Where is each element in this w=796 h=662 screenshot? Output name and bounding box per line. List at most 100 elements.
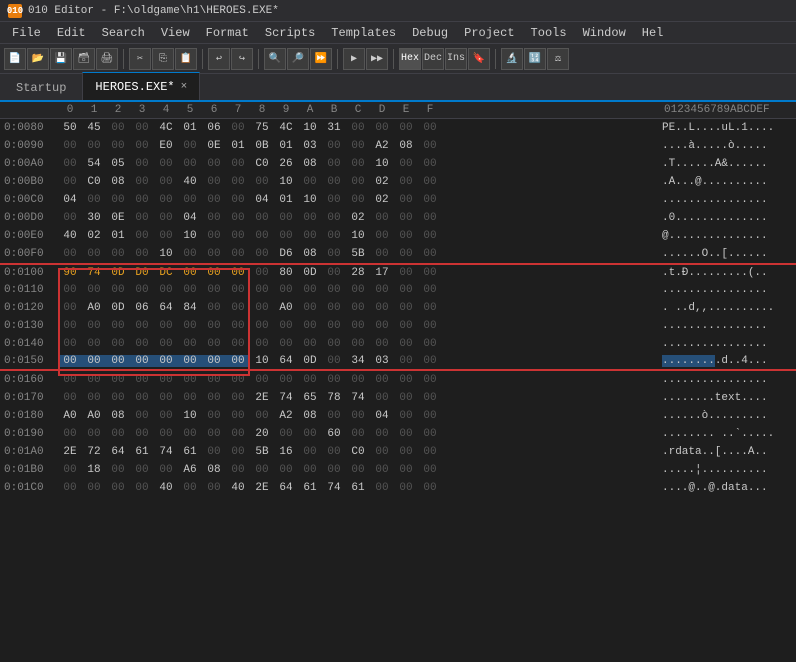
hex-cell[interactable]: 08 — [298, 248, 322, 260]
tab-close-button[interactable]: × — [181, 81, 188, 93]
hex-cell[interactable]: 40 — [154, 482, 178, 494]
hex-cell[interactable]: 00 — [418, 374, 442, 386]
hex-cell[interactable]: A0 — [274, 302, 298, 314]
hex-cell[interactable]: 00 — [154, 194, 178, 206]
hex-cell[interactable]: 00 — [154, 338, 178, 350]
hex-cell[interactable]: 00 — [274, 464, 298, 476]
hex-cell[interactable]: 00 — [178, 140, 202, 152]
undo-button[interactable]: ↩ — [208, 48, 230, 70]
hex-cell[interactable]: 00 — [106, 194, 130, 206]
hex-cell[interactable]: 00 — [394, 158, 418, 170]
hex-cell[interactable]: 00 — [58, 428, 82, 440]
hex-cell[interactable]: 03 — [298, 140, 322, 152]
table-row[interactable]: 0:00B000C00800004000000010000000020000.À… — [0, 173, 796, 191]
hex-cell[interactable]: 00 — [202, 284, 226, 296]
hex-cell[interactable]: 00 — [418, 392, 442, 404]
hex-cell[interactable]: 00 — [58, 212, 82, 224]
hex-cell[interactable]: 00 — [394, 194, 418, 206]
hex-cell[interactable]: 00 — [274, 284, 298, 296]
hex-cell[interactable]: 00 — [418, 320, 442, 332]
new-button[interactable]: 📄 — [4, 48, 26, 70]
table-row[interactable]: 0:0180A0A008000010000000A2080000040000..… — [0, 407, 796, 425]
hex-cell[interactable]: 00 — [226, 355, 250, 367]
hex-cell[interactable]: 00 — [394, 212, 418, 224]
hex-cell[interactable]: 00 — [106, 464, 130, 476]
hex-cell[interactable]: 00 — [226, 338, 250, 350]
hex-cell[interactable]: 00 — [82, 392, 106, 404]
hex-cell[interactable]: 00 — [130, 158, 154, 170]
menu-search[interactable]: Search — [94, 22, 153, 43]
hex-cell[interactable]: 00 — [82, 248, 106, 260]
print-button[interactable]: 🖨 — [96, 48, 118, 70]
hex-cell[interactable]: 00 — [250, 230, 274, 242]
hex-cell[interactable]: 00 — [298, 176, 322, 188]
hex-cell[interactable]: 00 — [370, 212, 394, 224]
hex-cell[interactable]: 00 — [322, 284, 346, 296]
hex-cell[interactable]: 00 — [274, 212, 298, 224]
hex-cell[interactable]: 00 — [250, 374, 274, 386]
hex-cell[interactable]: 00 — [154, 374, 178, 386]
hex-cell[interactable]: 00 — [370, 248, 394, 260]
hex-cell[interactable]: 00 — [178, 284, 202, 296]
hex-cell[interactable]: 00 — [418, 464, 442, 476]
hex-cell[interactable]: 00 — [130, 230, 154, 242]
hex-cell[interactable]: 00 — [394, 410, 418, 422]
hex-cell[interactable]: 00 — [322, 230, 346, 242]
hex-cell[interactable]: 01 — [106, 230, 130, 242]
hex-cell[interactable]: 00 — [418, 410, 442, 422]
hex-cell[interactable]: 00 — [154, 158, 178, 170]
hex-cell[interactable]: 00 — [394, 482, 418, 494]
table-row[interactable]: 0:00E040020100001000000000000010000000@.… — [0, 227, 796, 245]
hex-cell[interactable]: 00 — [418, 212, 442, 224]
hex-cell[interactable]: 00 — [58, 338, 82, 350]
hex-cell[interactable]: 18 — [82, 464, 106, 476]
hex-cell[interactable]: 00 — [154, 320, 178, 332]
hex-cell[interactable]: 00 — [154, 355, 178, 367]
hex-cell[interactable]: 00 — [346, 158, 370, 170]
hex-cell[interactable]: 00 — [394, 267, 418, 279]
hex-cell[interactable]: 10 — [250, 355, 274, 367]
hex-cell[interactable]: 0E — [106, 212, 130, 224]
hex-cell[interactable]: 64 — [274, 355, 298, 367]
hex-cell[interactable]: 00 — [322, 374, 346, 386]
table-row[interactable]: 0:014000000000000000000000000000000000..… — [0, 335, 796, 353]
hex-cell[interactable]: 00 — [322, 194, 346, 206]
table-row[interactable]: 0:016000000000000000000000000000000000..… — [0, 371, 796, 389]
hex-cell[interactable]: 00 — [202, 446, 226, 458]
hex-cell[interactable]: 01 — [178, 122, 202, 134]
hex-cell[interactable]: 75 — [250, 122, 274, 134]
hex-cell[interactable]: 00 — [58, 464, 82, 476]
hex-cell[interactable]: 00 — [418, 230, 442, 242]
hex-cell[interactable]: 00 — [346, 140, 370, 152]
hex-cell[interactable]: 00 — [418, 158, 442, 170]
hex-cell[interactable]: 00 — [178, 158, 202, 170]
hex-cell[interactable]: D6 — [274, 248, 298, 260]
hex-cell[interactable]: 00 — [130, 410, 154, 422]
hex-cell[interactable]: 84 — [178, 302, 202, 314]
hex-cell[interactable]: A0 — [58, 410, 82, 422]
hex-cell[interactable]: 00 — [346, 194, 370, 206]
menu-format[interactable]: Format — [198, 22, 257, 43]
hex-cell[interactable]: 00 — [154, 176, 178, 188]
hex-cell[interactable]: 00 — [250, 338, 274, 350]
hex-cell[interactable]: 00 — [274, 428, 298, 440]
table-row[interactable]: 0:00A00054050000000000C026080000100000.T… — [0, 155, 796, 173]
hex-cell[interactable]: 00 — [202, 320, 226, 332]
hex-cell[interactable]: 01 — [226, 140, 250, 152]
hex-cell[interactable]: 00 — [82, 482, 106, 494]
hex-cell[interactable]: A0 — [82, 410, 106, 422]
hex-cell[interactable]: 00 — [106, 284, 130, 296]
hex-cell[interactable]: 10 — [274, 176, 298, 188]
hex-cell[interactable]: 00 — [58, 374, 82, 386]
find-button[interactable]: 🔍 — [264, 48, 286, 70]
paste-button[interactable]: 📋 — [175, 48, 197, 70]
hex-cell[interactable]: 00 — [250, 302, 274, 314]
hex-cell[interactable]: 00 — [250, 464, 274, 476]
hex-cell[interactable]: 00 — [370, 446, 394, 458]
hex-cell[interactable]: 00 — [130, 248, 154, 260]
hex-cell[interactable]: 00 — [154, 284, 178, 296]
hex-cell[interactable]: 00 — [106, 482, 130, 494]
hex-cell[interactable]: 64 — [274, 482, 298, 494]
hex-cell[interactable]: 00 — [394, 355, 418, 367]
hex-cell[interactable]: D0 — [130, 267, 154, 279]
